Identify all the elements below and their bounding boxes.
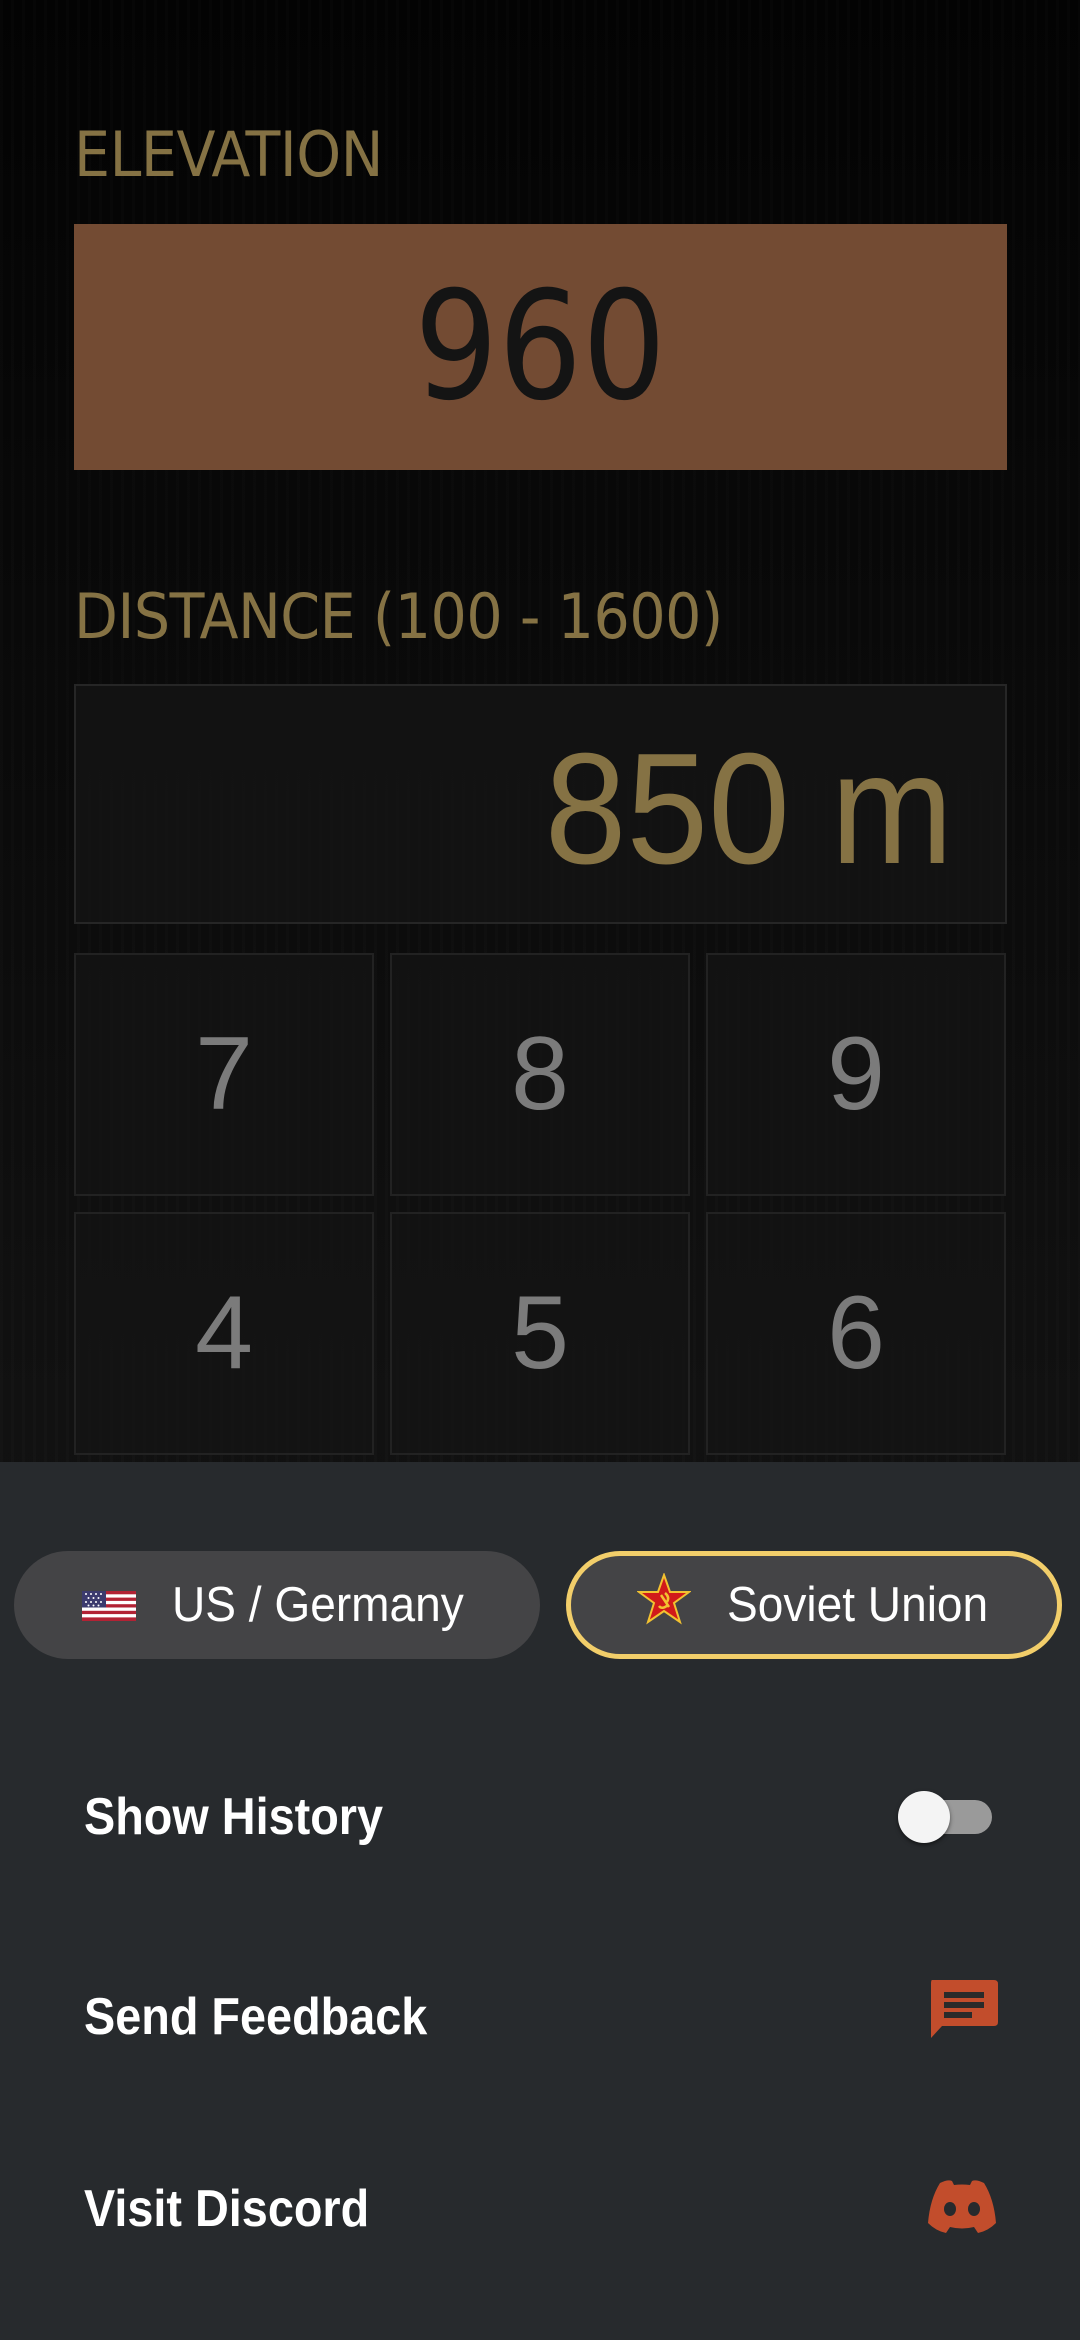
keypad-key-5[interactable]: 5: [390, 1212, 690, 1455]
artillery-calculator-screen: ELEVATION 960 DISTANCE (100 - 1600) 850 …: [0, 0, 1080, 2340]
soviet-star-icon: [635, 1571, 693, 1637]
setting-show-history[interactable]: Show History: [0, 1752, 1080, 1882]
elevation-value: 960: [414, 260, 667, 434]
faction-label: Soviet Union: [727, 1578, 989, 1632]
faction-button-soviet-union[interactable]: Soviet Union: [566, 1551, 1062, 1659]
visit-discord-label: Visit Discord: [84, 2180, 370, 2238]
keypad-key-8[interactable]: 8: [390, 953, 690, 1196]
distance-label: DISTANCE (100 - 1600): [74, 580, 723, 653]
elevation-display: 960: [74, 224, 1007, 470]
show-history-label: Show History: [84, 1788, 384, 1846]
us-flag-icon: [82, 1577, 136, 1633]
toggle-thumb: [898, 1791, 950, 1843]
faction-label: US / Germany: [172, 1578, 464, 1632]
keypad-key-7[interactable]: 7: [74, 953, 374, 1196]
keypad-key-9[interactable]: 9: [706, 953, 1006, 1196]
setting-visit-discord[interactable]: Visit Discord: [0, 2144, 1080, 2274]
setting-send-feedback[interactable]: Send Feedback: [0, 1952, 1080, 2082]
send-feedback-label: Send Feedback: [84, 1988, 428, 2046]
distance-input[interactable]: 850 m: [74, 684, 1007, 924]
settings-bottom-sheet: US / Germany Soviet Union Show History S…: [0, 1462, 1080, 2340]
show-history-toggle[interactable]: [898, 1787, 998, 1847]
discord-icon[interactable]: [926, 2179, 998, 2240]
elevation-label: ELEVATION: [74, 118, 383, 191]
faction-button-us-germany[interactable]: US / Germany: [14, 1551, 540, 1659]
keypad-key-4[interactable]: 4: [74, 1212, 374, 1455]
distance-value: 850 m: [544, 720, 953, 897]
keypad-key-6[interactable]: 6: [706, 1212, 1006, 1455]
feedback-icon[interactable]: [928, 1979, 998, 2055]
